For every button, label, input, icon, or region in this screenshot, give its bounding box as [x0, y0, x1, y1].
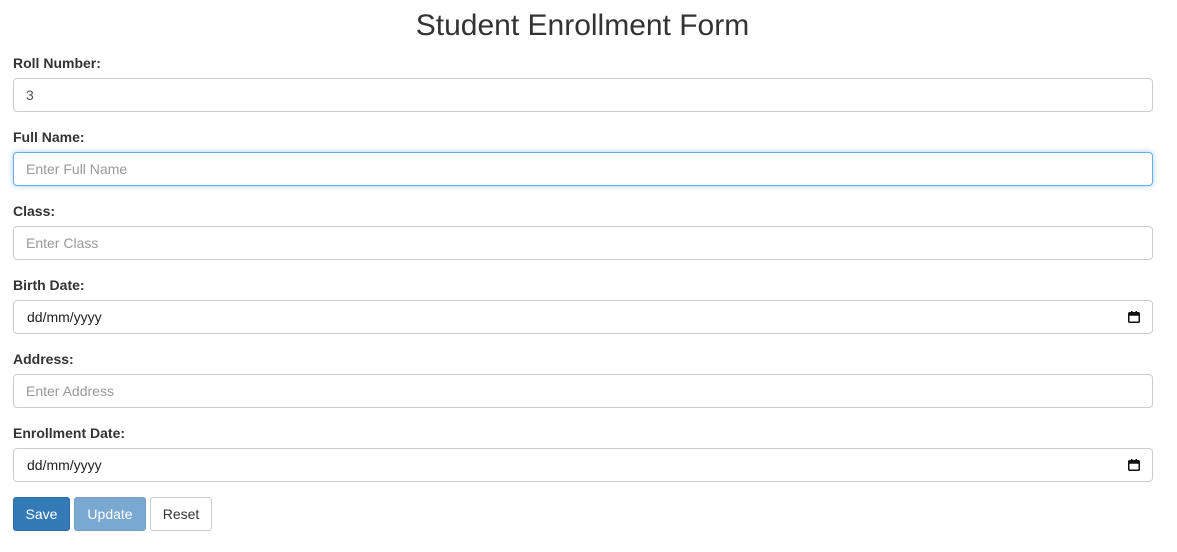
address-label: Address:	[13, 351, 74, 367]
class-input[interactable]: Enter Class	[13, 226, 1153, 260]
roll-number-input[interactable]: 3	[13, 78, 1153, 112]
save-button[interactable]: Save	[13, 497, 70, 531]
enrollment-date-format: dd/mm/yyyy	[27, 457, 102, 473]
page-title: Student Enrollment Form	[415, 9, 750, 42]
full-name-label: Full Name:	[13, 129, 85, 145]
full-name-placeholder: Enter Full Name	[26, 161, 128, 177]
enrollment-date-label: Enrollment Date:	[13, 425, 126, 441]
enrollment-date-input[interactable]: dd/mm/yyyy	[13, 448, 1153, 482]
calendar-icon[interactable]	[1128, 311, 1140, 323]
roll-number-label: Roll Number:	[13, 55, 101, 71]
full-name-input[interactable]: Enter Full Name	[13, 152, 1153, 186]
address-input[interactable]: Enter Address	[13, 374, 1153, 408]
address-placeholder: Enter Address	[26, 383, 114, 399]
reset-button[interactable]: Reset	[150, 497, 212, 531]
enrollment-form: Student Enrollment Form Roll Number: 3 F…	[0, 0, 1177, 552]
class-placeholder: Enter Class	[26, 235, 99, 251]
update-button[interactable]: Update	[74, 497, 146, 531]
birth-date-format: dd/mm/yyyy	[27, 309, 102, 325]
roll-number-value: 3	[26, 87, 34, 103]
calendar-icon[interactable]	[1128, 459, 1140, 471]
class-label: Class:	[13, 203, 56, 219]
birth-date-label: Birth Date:	[13, 277, 85, 293]
birth-date-input[interactable]: dd/mm/yyyy	[13, 300, 1153, 334]
